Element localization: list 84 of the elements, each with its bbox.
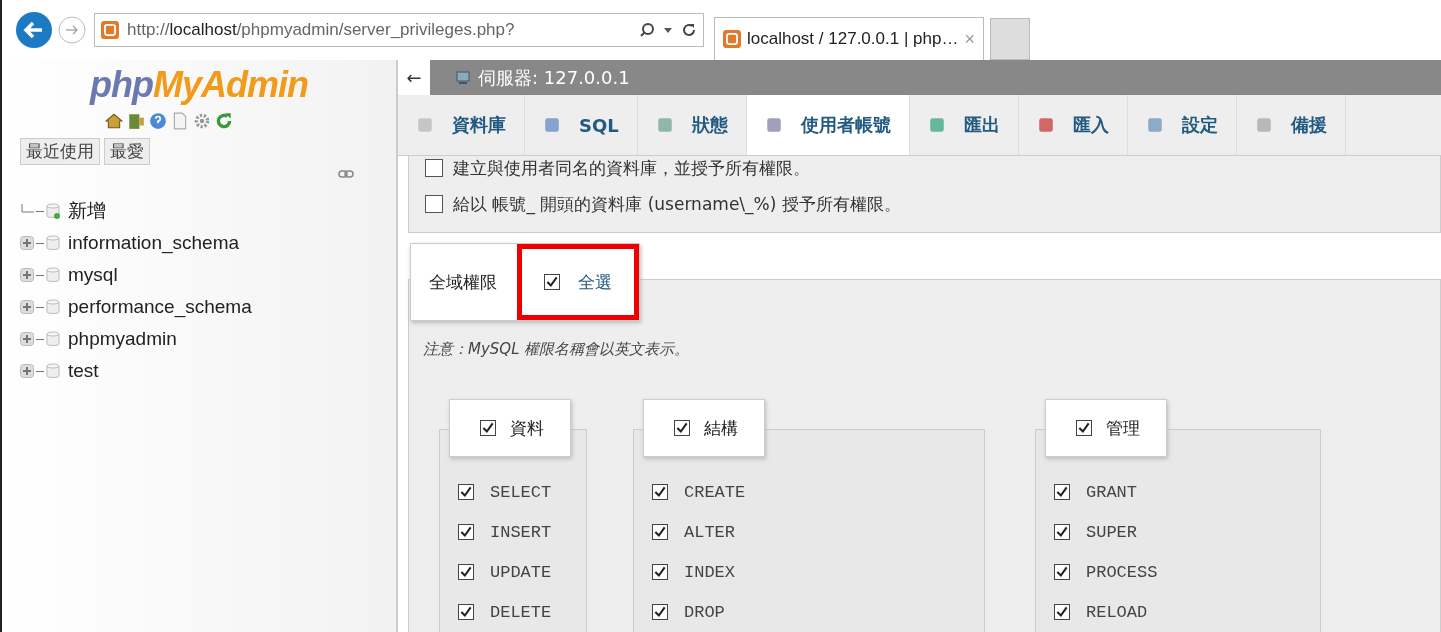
database-icon <box>46 235 60 251</box>
menu-tab[interactable]: 備援 <box>1236 95 1346 155</box>
database-tree-item[interactable]: test <box>68 360 99 382</box>
privilege-label: RELOAD <box>1086 602 1148 622</box>
database-icon <box>46 363 60 379</box>
group-title: 結構 <box>704 416 738 440</box>
privilege-checkbox[interactable] <box>458 604 474 620</box>
database-icon <box>46 267 60 283</box>
menu-tab[interactable]: 匯入 <box>1018 95 1128 155</box>
database-tree-item[interactable]: phpmyadmin <box>68 328 177 350</box>
privilege-label: SUPER <box>1086 522 1137 542</box>
refresh-icon[interactable] <box>681 22 697 38</box>
database-icon <box>46 299 60 315</box>
privilege-checkbox[interactable] <box>1054 484 1070 500</box>
collapse-button[interactable]: ← <box>398 60 430 95</box>
menu-tab[interactable]: 設定 <box>1127 95 1237 155</box>
group-title: 管理 <box>1106 416 1140 440</box>
database-tree-item[interactable]: performance_schema <box>68 296 252 318</box>
menu-tab[interactable]: 匯出 <box>909 95 1019 155</box>
site-favicon-icon <box>723 30 741 48</box>
database-tree-item[interactable]: information_schema <box>68 232 240 254</box>
site-favicon-icon <box>101 21 119 39</box>
phpmyadmin-logo: phpMyAdmin <box>88 64 309 106</box>
privilege-label: ALTER <box>684 522 735 542</box>
group-checkbox[interactable] <box>1076 420 1092 436</box>
search-icon[interactable] <box>639 22 655 38</box>
link-icon[interactable] <box>338 169 354 179</box>
privilege-checkbox[interactable] <box>458 484 474 500</box>
reload-icon[interactable] <box>215 112 233 130</box>
new-database-icon <box>46 203 60 219</box>
privilege-checkbox[interactable] <box>652 564 668 580</box>
sidebar-tab-button[interactable]: 最愛 <box>104 138 150 165</box>
option-label: 建立與使用者同名的資料庫，並授予所有權限。 <box>453 156 810 180</box>
legend-title: 全域權限 <box>429 270 497 294</box>
expand-icon[interactable] <box>20 268 34 282</box>
server-breadcrumb[interactable]: 伺服器: 127.0.0.1 <box>478 65 630 90</box>
checkbox[interactable] <box>425 195 443 213</box>
privilege-checkbox[interactable] <box>1054 564 1070 580</box>
privilege-checkbox[interactable] <box>652 484 668 500</box>
expand-icon[interactable] <box>20 332 34 346</box>
privilege-label: UPDATE <box>490 562 552 582</box>
privilege-checkbox[interactable] <box>458 524 474 540</box>
database-tree-item[interactable]: mysql <box>68 264 118 286</box>
privilege-label: CREATE <box>684 482 746 502</box>
back-button[interactable] <box>16 12 52 48</box>
privilege-checkbox[interactable] <box>652 604 668 620</box>
privilege-checkbox[interactable] <box>458 564 474 580</box>
database-tree-item[interactable]: 新增 <box>68 198 106 224</box>
menu-tab[interactable]: 狀態 <box>637 95 747 155</box>
expand-icon[interactable] <box>20 236 34 250</box>
menu-tab[interactable]: 資料庫 <box>398 95 525 155</box>
privilege-label: DELETE <box>490 602 552 622</box>
help-icon[interactable] <box>149 112 167 130</box>
menu-tab[interactable]: SQL <box>525 95 638 155</box>
privilege-label: INSERT <box>490 522 552 542</box>
checkbox[interactable] <box>425 159 443 177</box>
privilege-checkbox[interactable] <box>1054 604 1070 620</box>
option-label: 給以 帳號_ 開頭的資料庫 (username\_%) 授予所有權限。 <box>453 192 901 216</box>
group-title: 資料 <box>510 416 544 440</box>
group-checkbox[interactable] <box>674 420 690 436</box>
privilege-label: GRANT <box>1086 482 1137 502</box>
expand-icon[interactable] <box>20 364 34 378</box>
sidebar-tab-button[interactable]: 最近使用 <box>20 138 100 165</box>
server-icon <box>456 70 472 85</box>
address-bar[interactable]: http://localhost/phpmyadmin/server_privileges.php? <box>94 13 704 47</box>
exit-door-icon[interactable] <box>127 112 145 130</box>
gear-icon[interactable] <box>193 112 211 130</box>
privilege-label: INDEX <box>684 562 735 582</box>
home-icon[interactable] <box>105 112 123 130</box>
address-url: http://localhost/phpmyadmin/server_privileges.php? <box>127 20 516 40</box>
privilege-label: DROP <box>684 602 725 622</box>
dropdown-caret-icon[interactable] <box>663 25 673 35</box>
menu-tab[interactable]: 使用者帳號 <box>746 95 910 155</box>
expand-icon[interactable] <box>20 300 34 314</box>
privilege-label: SELECT <box>490 482 552 502</box>
database-icon <box>46 331 60 347</box>
privilege-checkbox[interactable] <box>652 524 668 540</box>
select-all-checkbox[interactable] <box>544 274 560 290</box>
tab-title: localhost / 127.0.0.1 | php… <box>747 29 959 49</box>
group-checkbox[interactable] <box>480 420 496 436</box>
select-all-label[interactable]: 全選 <box>578 270 612 294</box>
note-text: 注意：MySQL 權限名稱會以英文表示。 <box>423 340 691 359</box>
privilege-label: PROCESS <box>1086 562 1158 582</box>
privilege-checkbox[interactable] <box>1054 524 1070 540</box>
